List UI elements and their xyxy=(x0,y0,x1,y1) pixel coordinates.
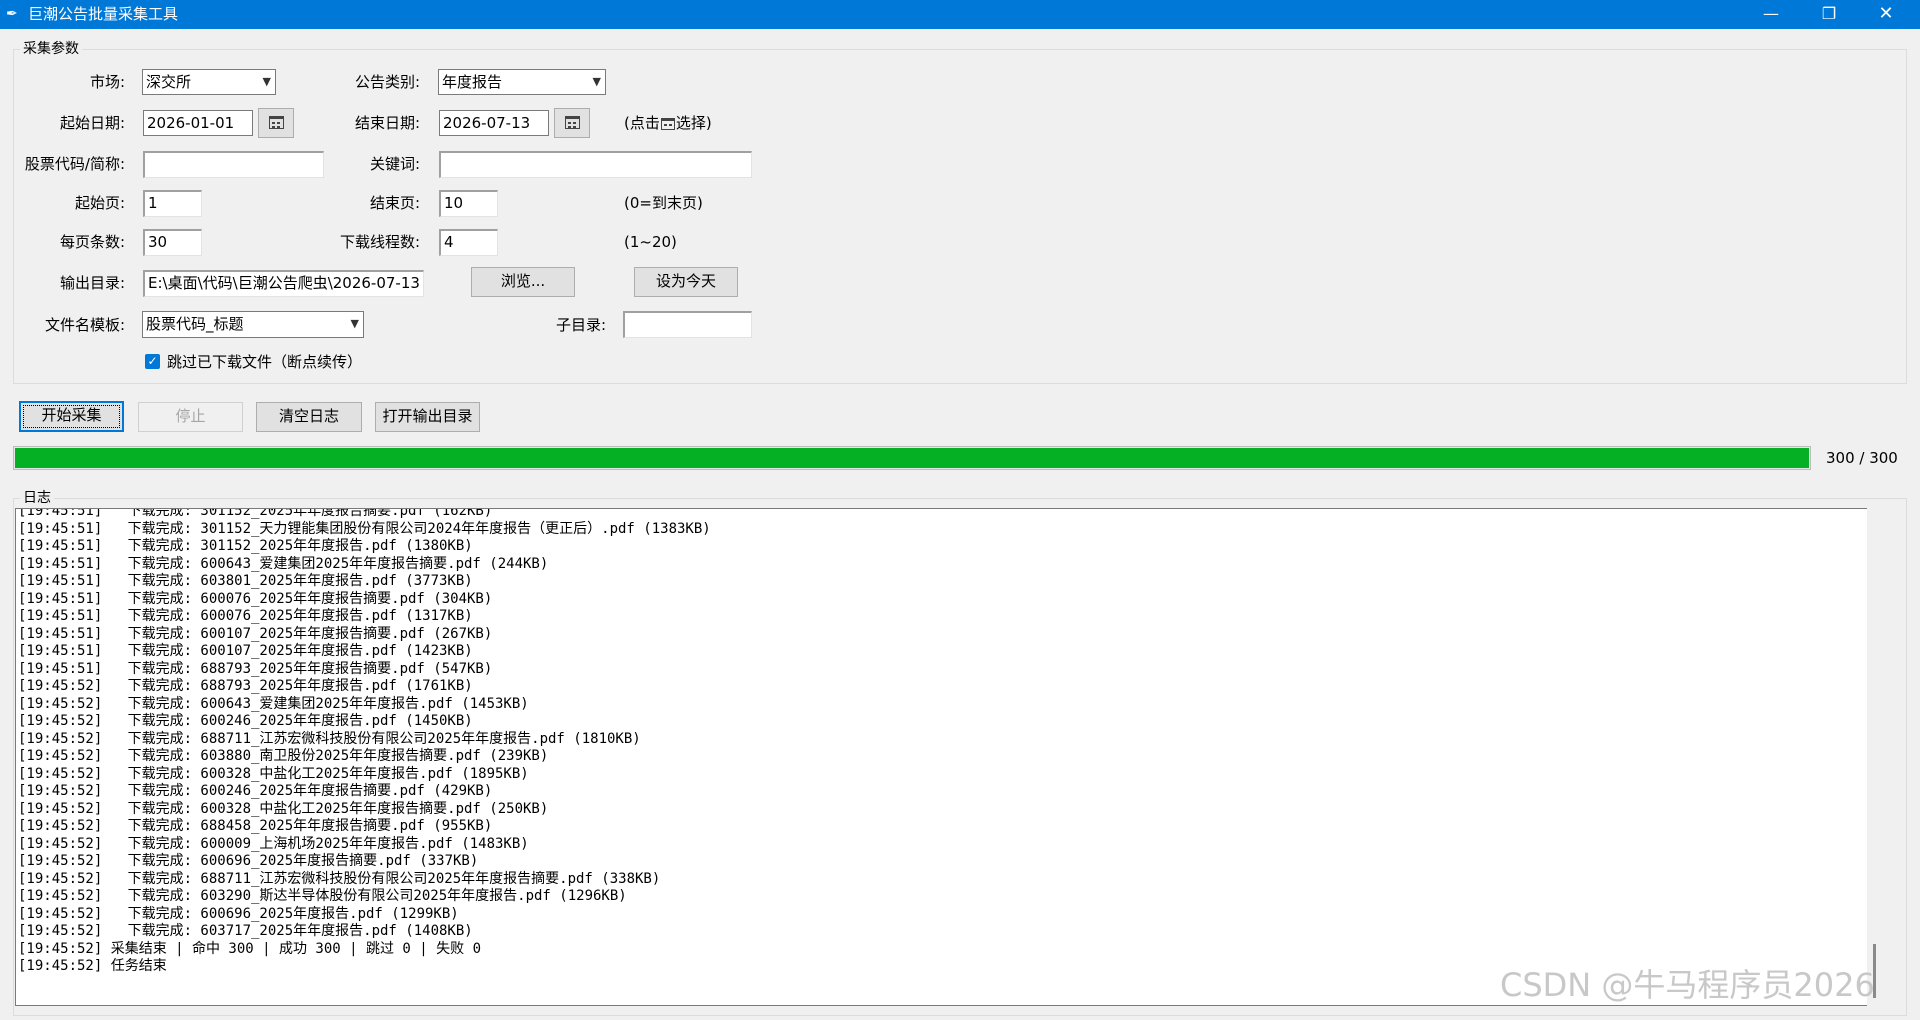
log-line: [19:45:52] 下载完成: 600696_2025年度报告.pdf (12… xyxy=(18,905,459,922)
end-page-label: 结束页: xyxy=(369,194,420,212)
log-line: [19:45:52] 下载完成: 688711_江苏宏微科技股份有限公司2025… xyxy=(18,730,641,747)
close-button[interactable]: ✕ xyxy=(1863,0,1909,29)
filename-template-select[interactable]: 股票代码_标题 ▼ xyxy=(142,311,364,338)
log-line: [19:45:52] 下载完成: 600696_2025年度报告摘要.pdf (… xyxy=(18,853,479,869)
start-page-label: 起始页: xyxy=(74,194,125,212)
checkmark-icon: ✓ xyxy=(147,354,158,368)
market-label: 市场: xyxy=(89,73,125,91)
start-page-input[interactable]: 1 xyxy=(143,190,202,217)
subdir-input[interactable] xyxy=(623,311,752,338)
filename-template-value: 股票代码_标题 xyxy=(146,315,244,333)
log-line: [19:45:52] 下载完成: 688458_2025年年度报告摘要.pdf … xyxy=(18,818,493,834)
category-select[interactable]: 年度报告 ▼ xyxy=(438,69,606,95)
start-date-picker-button[interactable] xyxy=(258,108,294,138)
page-size-input[interactable]: 30 xyxy=(143,229,202,256)
threads-label: 下载线程数: xyxy=(339,233,420,251)
window-title: 巨潮公告批量采集工具 xyxy=(28,5,179,23)
log-line: [19:45:52] 下载完成: 603717_2025年年度报告.pdf (1… xyxy=(18,923,473,939)
log-line: [19:45:52] 下载完成: 603290_斯达半导体股份有限公司2025年… xyxy=(18,888,627,904)
progress-bar xyxy=(13,446,1811,470)
category-select-value: 年度报告 xyxy=(442,73,503,91)
log-line: [19:45:52] 下载完成: 603880_南卫股份2025年年度报告摘要.… xyxy=(18,748,549,764)
restore-icon: ❐ xyxy=(1821,4,1837,23)
log-line: [19:45:51] 下载完成: 603801_2025年年度报告.pdf (3… xyxy=(18,573,473,589)
stock-label: 股票代码/简称: xyxy=(24,155,125,173)
stock-input[interactable] xyxy=(143,151,324,178)
output-dir-label: 输出目录: xyxy=(59,274,125,292)
end-date-input[interactable]: 2026-07-13 xyxy=(439,110,549,136)
focus-ring xyxy=(23,405,120,428)
keyword-input[interactable] xyxy=(439,151,752,178)
keyword-label: 关键词: xyxy=(369,155,420,173)
log-line: [19:45:52] 采集结束 | 命中 300 | 成功 300 | 跳过 0… xyxy=(18,940,482,957)
progress-fill xyxy=(15,448,1809,468)
set-today-button[interactable]: 设为今天 xyxy=(634,267,738,297)
log-textarea[interactable]: [19:45:51] 下载完成: 301152_2025年年度报告摘要.pdf … xyxy=(15,508,1883,1006)
market-select-value: 深交所 xyxy=(146,73,192,91)
log-line: [19:45:51] 下载完成: 301152_2025年年度报告.pdf (1… xyxy=(18,538,473,554)
threads-input[interactable]: 4 xyxy=(439,229,498,256)
close-icon: ✕ xyxy=(1878,3,1894,24)
minimize-button[interactable]: — xyxy=(1748,0,1794,29)
end-date-label: 结束日期: xyxy=(354,114,420,132)
log-line: [19:45:51] 下载完成: 600076_2025年年度报告摘要.pdf … xyxy=(18,590,493,607)
start-button[interactable]: 开始采集 xyxy=(19,401,124,432)
log-line: [19:45:52] 下载完成: 688793_2025年年度报告.pdf (1… xyxy=(18,678,473,694)
skip-downloaded-label[interactable]: 跳过已下载文件（断点续传） xyxy=(167,353,362,371)
calendar-icon xyxy=(564,116,580,129)
date-hint-prefix: (点击 xyxy=(624,114,660,132)
watermark: CSDN @牛马程序员2026 xyxy=(1500,966,1875,1004)
log-line: [19:45:52] 下载完成: 600246_2025年年度报告摘要.pdf … xyxy=(18,783,493,799)
log-scrollbar[interactable] xyxy=(1867,508,1883,1006)
end-page-input[interactable]: 10 xyxy=(439,190,498,217)
log-line: [19:45:52] 下载完成: 600009_上海机场2025年年度报告.pd… xyxy=(18,835,529,852)
date-hint-suffix: 选择) xyxy=(675,114,712,132)
page-size-label: 每页条数: xyxy=(59,233,125,251)
log-line: [19:45:51] 下载完成: 301152_2025年年度报告摘要.pdf … xyxy=(18,508,493,519)
start-date-label: 起始日期: xyxy=(59,114,125,132)
restore-button[interactable]: ❐ xyxy=(1806,0,1852,29)
log-line: [19:45:51] 下载完成: 600107_2025年年度报告.pdf (1… xyxy=(18,643,473,659)
calendar-icon xyxy=(268,116,284,129)
log-line: [19:45:51] 下载完成: 600643_爱建集团2025年年度报告摘要.… xyxy=(18,555,549,572)
minimize-icon: — xyxy=(1763,4,1779,23)
category-label: 公告类别: xyxy=(354,73,420,91)
log-line: [19:45:52] 下载完成: 600328_中盐化工2025年年度报告.pd… xyxy=(18,765,529,782)
clear-log-button[interactable]: 清空日志 xyxy=(256,402,362,432)
chevron-down-icon: ▼ xyxy=(262,75,271,88)
market-select[interactable]: 深交所 ▼ xyxy=(142,69,276,95)
filename-template-label: 文件名模板: xyxy=(44,316,125,334)
progress-text: 300 / 300 xyxy=(1826,449,1898,467)
log-line: [19:45:52] 下载完成: 688711_江苏宏微科技股份有限公司2025… xyxy=(18,870,661,887)
threads-hint: (1~20) xyxy=(624,233,677,251)
log-line: [19:45:51] 下载完成: 600107_2025年年度报告摘要.pdf … xyxy=(18,625,493,642)
skip-downloaded-checkbox[interactable]: ✓ xyxy=(145,354,160,369)
subdir-label: 子目录: xyxy=(555,316,606,334)
feather-app-icon: ✒ xyxy=(6,6,18,22)
log-line: [19:45:51] 下载完成: 600076_2025年年度报告.pdf (1… xyxy=(18,608,473,624)
stop-button[interactable]: 停止 xyxy=(138,402,243,432)
end-date-picker-button[interactable] xyxy=(554,108,590,138)
chevron-down-icon: ▼ xyxy=(350,317,359,330)
start-date-input[interactable]: 2026-01-01 xyxy=(143,110,253,136)
log-line: [19:45:52] 下载完成: 600246_2025年年度报告.pdf (1… xyxy=(18,713,473,729)
log-line: [19:45:51] 下载完成: 301152_天力锂能集团股份有限公司2024… xyxy=(18,520,711,537)
chevron-down-icon: ▼ xyxy=(592,75,601,88)
log-line: [19:45:52] 下载完成: 600643_爱建集团2025年年度报告.pd… xyxy=(18,695,529,712)
log-group-label: 日志 xyxy=(20,490,54,506)
title-bar[interactable]: ✒ 巨潮公告批量采集工具 — ❐ ✕ xyxy=(0,0,1920,29)
log-line: [19:45:52] 下载完成: 600328_中盐化工2025年年度报告摘要.… xyxy=(18,800,549,817)
params-group-label: 采集参数 xyxy=(20,41,82,57)
browse-button[interactable]: 浏览... xyxy=(471,267,575,297)
output-dir-input[interactable]: E:\桌面\代码\巨潮公告爬虫\2026-07-13 xyxy=(143,270,424,297)
log-line: [19:45:51] 下载完成: 688793_2025年年度报告摘要.pdf … xyxy=(18,660,493,677)
open-output-dir-button[interactable]: 打开输出目录 xyxy=(375,402,480,432)
calendar-icon xyxy=(660,118,675,130)
date-hint: (点击 选择) xyxy=(624,114,712,132)
end-page-hint: (0=到末页) xyxy=(624,194,703,212)
log-lines: [19:45:51] 下载完成: 301152_2025年年度报告摘要.pdf … xyxy=(18,508,1862,976)
